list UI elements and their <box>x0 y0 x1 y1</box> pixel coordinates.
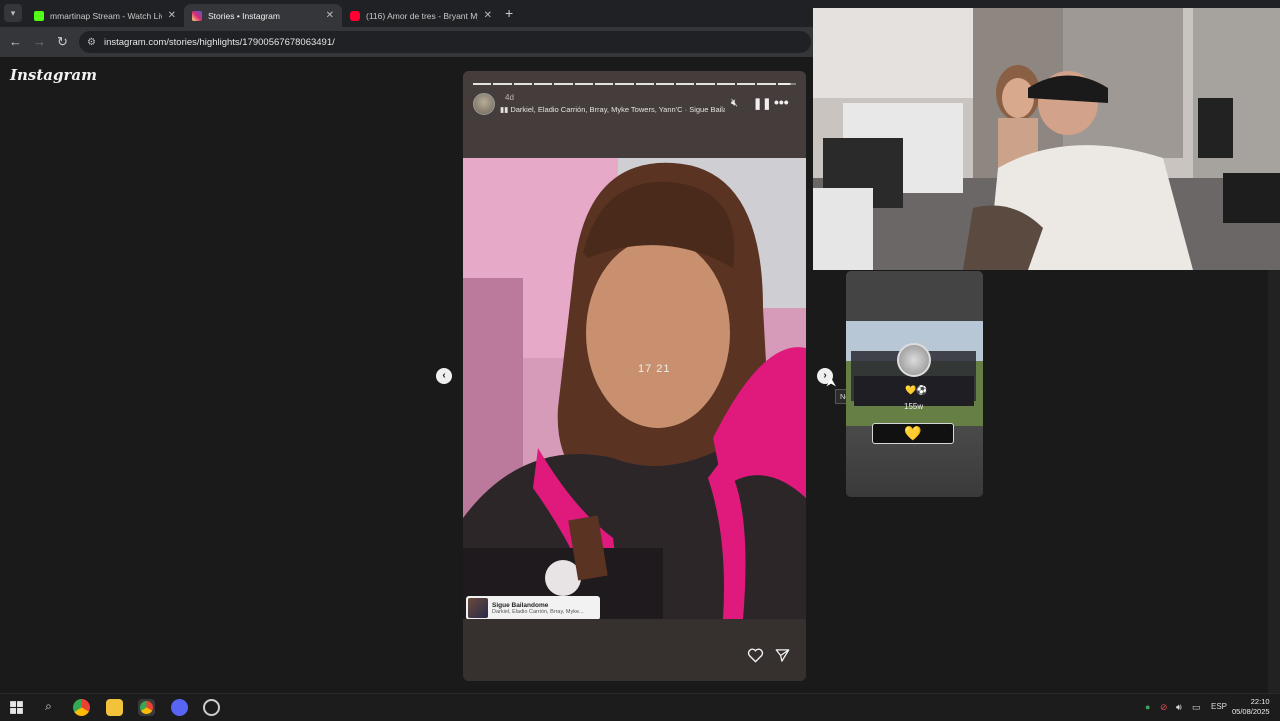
close-tab-icon[interactable]: ✕ <box>168 10 176 21</box>
mouse-cursor-icon: ⮝ <box>826 375 837 389</box>
music-bars-icon: ▮▮ <box>500 105 511 114</box>
new-tab-button[interactable]: + <box>505 5 513 21</box>
webcam-overlay <box>813 8 1280 270</box>
system-clock[interactable]: 22:10 05/08/2025 <box>1232 697 1270 717</box>
antivirus-icon[interactable]: ⊘ <box>1160 702 1168 713</box>
send-icon[interactable] <box>775 648 790 663</box>
heart-icon[interactable] <box>747 648 764 663</box>
search-icon[interactable]: ⌕ <box>40 699 57 716</box>
pause-icon[interactable]: ❚❚ <box>753 97 771 110</box>
story-progress-bar <box>473 83 796 85</box>
language-indicator[interactable]: ESP <box>1211 702 1227 711</box>
address-bar[interactable]: ⚙ instagram.com/stories/highlights/17900… <box>79 31 811 53</box>
tab-instagram-stories[interactable]: Stories • Instagram ✕ <box>184 4 342 27</box>
tab-kick-stream[interactable]: mmartinap Stream - Watch Live ✕ <box>26 4 184 27</box>
volume-icon[interactable]: 🔊︎ <box>1176 702 1182 713</box>
story-photo <box>463 158 806 619</box>
previous-story-button[interactable]: ‹ <box>436 368 452 384</box>
windows-start-icon[interactable] <box>8 699 25 716</box>
webcam-scene-illustration <box>813 8 1280 270</box>
reload-icon[interactable]: ↻ <box>57 34 68 50</box>
forward-arrow-icon[interactable]: → <box>33 34 46 49</box>
close-tab-icon[interactable]: ✕ <box>326 10 334 21</box>
tab-youtube[interactable]: (116) Amor de tres - Bryant Myers ✕ <box>342 4 500 27</box>
next-preview-top <box>846 271 983 321</box>
obs-icon[interactable] <box>203 699 220 716</box>
next-preview-avatar <box>897 343 931 377</box>
clock-date: 05/08/2025 <box>1232 707 1270 716</box>
discord-icon[interactable] <box>171 699 188 716</box>
story-music-line: Darkiel, Eladio Carrión, Brray, Myke Tow… <box>510 105 725 114</box>
speaker-muted-icon[interactable]: 🔇︎ <box>731 97 738 110</box>
tab-title: Stories • Instagram <box>208 10 280 21</box>
youtube-favicon-icon <box>350 10 360 21</box>
tab-title: (116) Amor de tres - Bryant Myers <box>366 10 478 21</box>
page-scrollbar[interactable] <box>1268 270 1280 693</box>
clock-time: 22:10 <box>1250 697 1270 706</box>
album-cover <box>468 598 488 618</box>
site-settings-icon[interactable]: ⚙ <box>87 37 96 48</box>
back-arrow-icon[interactable]: ← <box>9 34 22 49</box>
tab-title: mmartinap Stream - Watch Live <box>50 10 162 21</box>
photo-overlay-text: 17 21 <box>638 363 671 375</box>
story-viewer: 4d ▮▮ Darkiel, Eladio Carrión, Brray, My… <box>463 71 806 681</box>
chrome-icon[interactable] <box>73 699 90 716</box>
next-preview-banner: 💛 <box>872 423 954 444</box>
sticker-artists: Darkiel, Eladio Carrión, Brray, Myke... <box>492 608 584 615</box>
close-tab-icon[interactable]: ✕ <box>484 10 492 21</box>
file-explorer-icon[interactable] <box>106 699 123 716</box>
browser-toolbar: ← → ↻ ⚙ instagram.com/stories/highlights… <box>0 27 815 57</box>
music-sticker[interactable]: Sigue Bailandome Darkiel, Eladio Carrión… <box>466 596 600 620</box>
sticker-title: Sigue Bailandome <box>492 601 549 609</box>
next-story-preview[interactable]: 💛⚽ 155w 💛 <box>846 271 983 497</box>
instagram-favicon-icon <box>192 10 202 21</box>
tab-search-button[interactable]: ▾ <box>4 4 22 22</box>
story-music-info[interactable]: ▮▮ Darkiel, Eladio Carrión, Brray, Myke … <box>500 105 725 114</box>
story-author-avatar[interactable] <box>473 93 495 115</box>
status-dot-icon[interactable]: ● <box>1145 702 1150 712</box>
network-icon[interactable]: ▭ <box>1192 702 1201 713</box>
instagram-logo[interactable]: Instagram <box>10 66 97 84</box>
next-preview-time: 155w <box>904 402 924 411</box>
more-options-icon[interactable]: ••• <box>774 94 789 110</box>
story-photo-illustration <box>463 158 806 619</box>
windows-taskbar: ⌕ ● ⊘ 🔊︎ ▭ ESP 22:10 05/08/2025 <box>0 693 1280 720</box>
next-preview-emoji: 💛⚽ <box>905 385 928 395</box>
chrome-active-icon[interactable] <box>138 699 155 716</box>
url-text[interactable]: instagram.com/stories/highlights/1790056… <box>104 37 335 48</box>
kick-favicon-icon <box>34 10 44 21</box>
story-age: 4d <box>505 93 514 102</box>
